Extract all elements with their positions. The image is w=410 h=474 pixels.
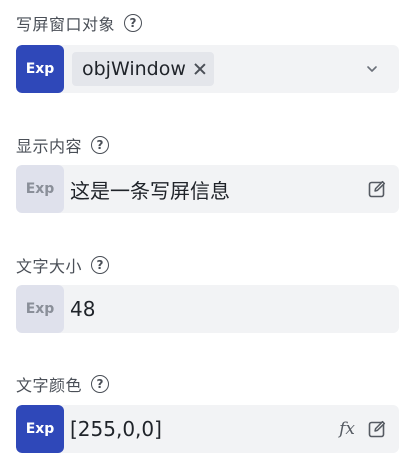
field-display-content-label: 显示内容 <box>16 137 83 156</box>
selected-tag: objWindow <box>72 52 214 86</box>
edit-icon[interactable] <box>367 419 387 439</box>
fx-icon[interactable]: fx <box>339 419 355 439</box>
font-color-value[interactable]: [255,0,0] <box>70 417 339 441</box>
field-font-color-label: 文字颜色 <box>16 376 83 395</box>
help-icon[interactable]: ? <box>124 14 143 32</box>
exp-toggle-button[interactable]: Exp <box>16 165 64 213</box>
help-icon[interactable]: ? <box>91 375 110 393</box>
field-font-color: 文字颜色 ? Exp [255,0,0] fx <box>16 372 399 454</box>
field-font-color-label-row: 文字颜色 ? <box>16 372 399 396</box>
exp-toggle-button[interactable]: Exp <box>16 45 64 93</box>
field-display-content-label-row: 显示内容 ? <box>16 133 399 157</box>
display-content-value[interactable]: 这是一条写屏信息 <box>70 175 367 204</box>
help-icon[interactable]: ? <box>91 136 110 154</box>
selected-tag-label: objWindow <box>82 58 186 80</box>
exp-toggle-button[interactable]: Exp <box>16 405 64 453</box>
display-content-input[interactable]: Exp 这是一条写屏信息 <box>16 165 399 213</box>
exp-toggle-button[interactable]: Exp <box>16 285 64 333</box>
field-window-object-label-row: 写屏窗口对象 ? <box>16 11 399 35</box>
close-icon[interactable] <box>194 63 206 75</box>
font-size-value[interactable]: 48 <box>70 297 399 321</box>
field-display-content: 显示内容 ? Exp 这是一条写屏信息 <box>16 133 399 215</box>
edit-icon[interactable] <box>367 179 387 199</box>
field-font-size-label: 文字大小 <box>16 257 83 276</box>
field-font-size: 文字大小 ? Exp 48 <box>16 253 399 335</box>
font-color-actions: fx <box>339 419 387 439</box>
font-size-input[interactable]: Exp 48 <box>16 285 399 333</box>
help-icon[interactable]: ? <box>91 256 110 274</box>
display-content-actions <box>367 179 387 199</box>
field-font-size-label-row: 文字大小 ? <box>16 253 399 277</box>
chevron-down-icon[interactable] <box>365 62 379 76</box>
window-object-select[interactable]: Exp objWindow <box>16 45 399 93</box>
font-color-input[interactable]: Exp [255,0,0] fx <box>16 405 399 453</box>
field-window-object-label: 写屏窗口对象 <box>16 15 116 34</box>
field-window-object: 写屏窗口对象 ? Exp objWindow <box>16 11 399 95</box>
